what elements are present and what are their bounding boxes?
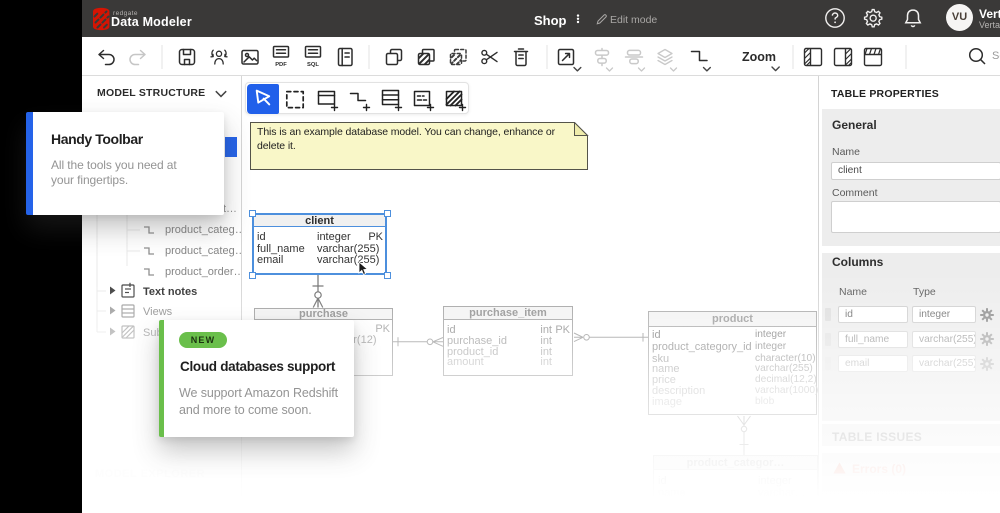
svg-text:PDF: PDF <box>275 62 287 68</box>
svg-text:Sear: Sear <box>992 50 1000 62</box>
svg-text:SQL: SQL <box>307 62 319 68</box>
svg-text:Zoom: Zoom <box>742 50 776 64</box>
